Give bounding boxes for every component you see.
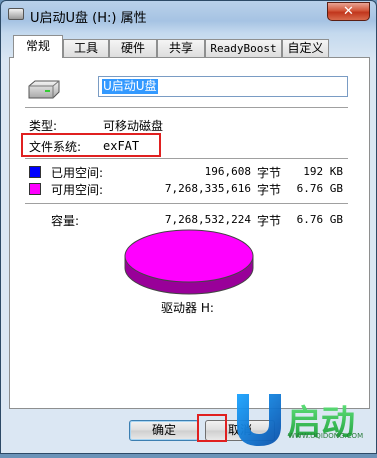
drive-icon xyxy=(8,8,24,20)
used-space-label: 已用空间: xyxy=(51,166,104,180)
used-space-unit: 字节 xyxy=(257,166,282,180)
divider xyxy=(25,158,348,159)
filesystem-label: 文件系统: xyxy=(29,140,82,154)
free-space-bytes: 7,268,335,616 xyxy=(164,182,251,195)
tab-readyboost[interactable]: ReadyBoost xyxy=(205,39,282,58)
drive-name-input[interactable]: U启动U盘 xyxy=(98,76,348,97)
drive-caption: 驱动器 H: xyxy=(161,301,214,315)
capacity-unit: 字节 xyxy=(257,214,282,228)
used-space-bytes: 196,608 xyxy=(204,165,251,178)
divider xyxy=(25,107,348,108)
removable-drive-icon xyxy=(28,80,60,99)
used-space-human: 192 KB xyxy=(303,165,343,178)
window-title: U启动U盘 (H:) 属性 xyxy=(30,11,147,26)
properties-window: U启动U盘 (H:) 属性 ✕ 常规 工具 硬件 共享 ReadyBoost 自… xyxy=(0,0,377,454)
close-button[interactable]: ✕ xyxy=(327,2,370,21)
filesystem-value: exFAT xyxy=(103,139,140,153)
type-label: 类型: xyxy=(29,119,58,133)
title-bar[interactable]: U启动U盘 (H:) 属性 ✕ xyxy=(1,1,376,29)
tab-sharing[interactable]: 共享 xyxy=(157,39,205,58)
capacity-human: 6.76 GB xyxy=(296,213,343,226)
highlight-box xyxy=(197,414,227,442)
capacity-bytes: 7,268,532,224 xyxy=(164,213,251,226)
brand-watermark: 启动 WWW.UQIDONG.COM xyxy=(231,386,377,455)
tab-customize[interactable]: 自定义 xyxy=(282,39,329,58)
used-space-swatch xyxy=(29,166,41,178)
disk-usage-pie xyxy=(124,229,254,295)
brand-url: WWW.UQIDONG.COM xyxy=(288,432,364,440)
free-space-unit: 字节 xyxy=(257,183,282,197)
capacity-label: 容量: xyxy=(51,214,80,228)
tab-general[interactable]: 常规 xyxy=(13,35,63,58)
divider xyxy=(25,203,348,204)
tab-tools[interactable]: 工具 xyxy=(63,39,109,58)
free-space-swatch xyxy=(29,183,41,195)
tab-hardware[interactable]: 硬件 xyxy=(109,39,157,58)
type-value: 可移动磁盘 xyxy=(103,119,164,133)
ok-button[interactable]: 确定 xyxy=(129,420,199,441)
drive-name-text: U启动U盘 xyxy=(102,79,158,94)
free-space-human: 6.76 GB xyxy=(296,182,343,195)
brand-logo-icon: 启动 xyxy=(237,394,355,446)
free-space-label: 可用空间: xyxy=(51,183,104,197)
